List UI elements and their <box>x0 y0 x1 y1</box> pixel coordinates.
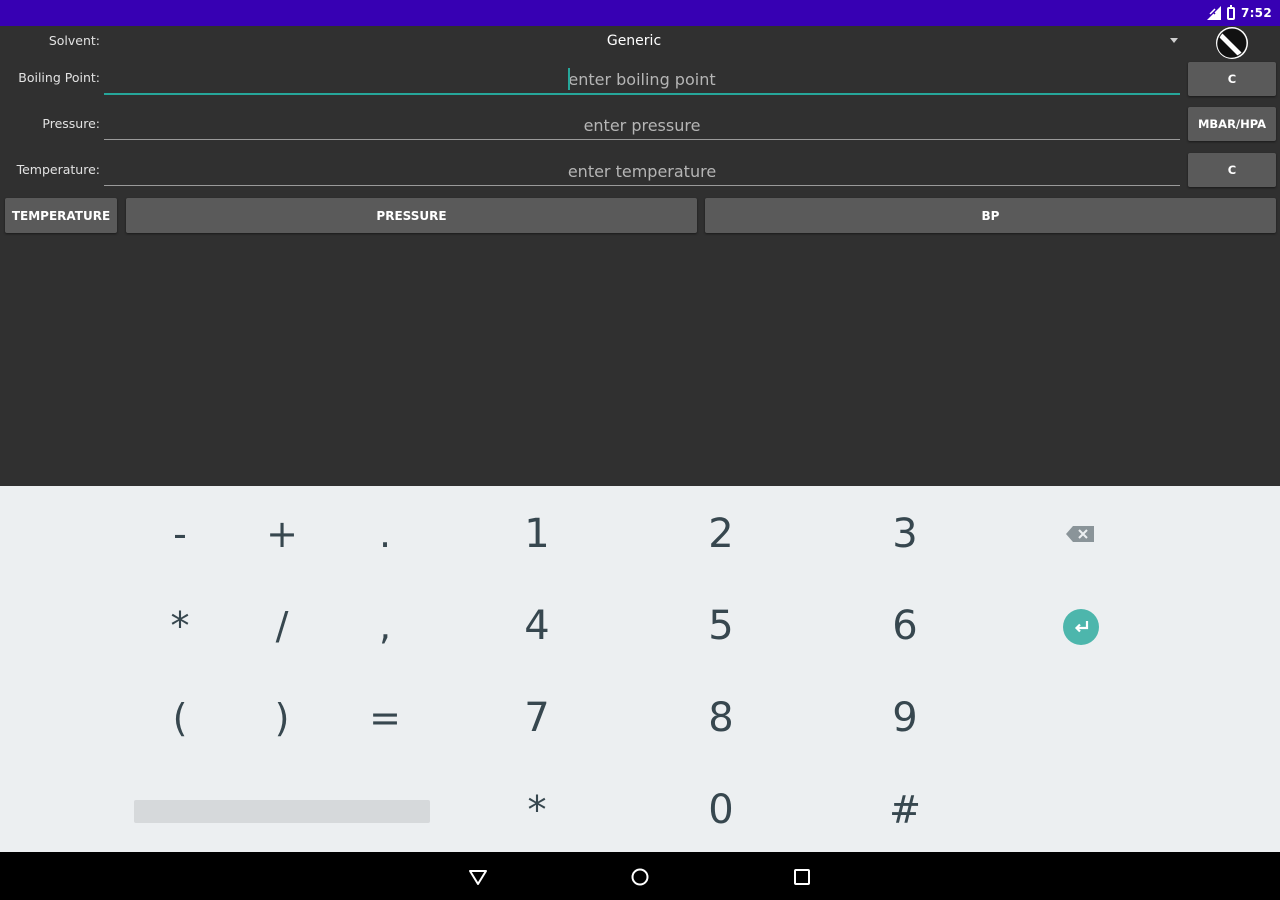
key-equals[interactable]: = <box>325 678 445 758</box>
key-plus[interactable]: + <box>222 494 342 574</box>
key-period[interactable]: . <box>325 494 445 574</box>
pressure-unit-button[interactable]: MBAR/HPA <box>1188 107 1276 141</box>
key-8[interactable]: 8 <box>661 678 781 758</box>
key-comma[interactable]: , <box>325 586 445 666</box>
calculate-pressure-button[interactable]: PRESSURE <box>126 198 697 233</box>
calculate-bp-button[interactable]: BP <box>705 198 1276 233</box>
temperature-underline <box>104 185 1180 186</box>
signal-icon <box>1206 6 1221 20</box>
temperature-input[interactable] <box>104 150 1180 188</box>
boiling-point-underline <box>104 93 1180 95</box>
pressure-field[interactable] <box>104 104 1180 142</box>
space-key[interactable] <box>134 800 430 823</box>
solvent-label: Solvent: <box>48 33 100 48</box>
key-5[interactable]: 5 <box>661 586 781 666</box>
nav-recents-icon[interactable] <box>791 866 813 888</box>
nav-home-icon[interactable] <box>629 866 651 888</box>
key-2[interactable]: 2 <box>661 494 781 574</box>
pressure-input[interactable] <box>104 104 1180 142</box>
key-9[interactable]: 9 <box>845 678 965 758</box>
key-6[interactable]: 6 <box>845 586 965 666</box>
navigation-bar <box>0 852 1280 900</box>
key-4[interactable]: 4 <box>477 586 597 666</box>
status-icons: 7:52 <box>1206 4 1272 22</box>
numeric-keyboard: - + . 1 2 3 * / , 4 5 6 ( ) = 7 8 9 * 0 … <box>0 486 1280 852</box>
temperature-unit-button[interactable]: C <box>1188 153 1276 187</box>
solvent-value: Generic <box>606 33 662 49</box>
temperature-field[interactable] <box>104 150 1180 188</box>
battery-icon <box>1226 4 1235 20</box>
boiling-point-input[interactable] <box>104 58 1180 96</box>
key-1[interactable]: 1 <box>477 494 597 574</box>
boiling-point-unit-button[interactable]: C <box>1188 62 1276 96</box>
calculate-temperature-button[interactable]: TEMPERATURE <box>5 198 117 233</box>
theme-toggle-button[interactable] <box>1216 27 1248 59</box>
solvent-spinner[interactable]: Generic <box>104 26 1184 58</box>
boiling-point-label: Boiling Point: <box>18 70 100 85</box>
enter-icon <box>1074 621 1089 633</box>
key-3[interactable]: 3 <box>845 494 965 574</box>
pressure-underline <box>104 139 1180 140</box>
contrast-icon <box>1217 28 1247 58</box>
key-hash[interactable]: # <box>845 770 965 850</box>
key-7[interactable]: 7 <box>477 678 597 758</box>
enter-button[interactable] <box>1063 609 1099 645</box>
boiling-point-field[interactable] <box>104 58 1180 96</box>
clock: 7:52 <box>1240 6 1272 20</box>
pressure-label: Pressure: <box>42 116 100 131</box>
status-bar: 7:52 <box>0 0 1280 26</box>
app-content: Solvent: Generic Boiling Point: C Pressu… <box>0 26 1280 486</box>
temperature-label: Temperature: <box>16 162 100 177</box>
key-slash[interactable]: / <box>222 586 342 666</box>
key-close-paren[interactable]: ) <box>222 678 342 758</box>
text-cursor <box>568 68 570 90</box>
key-0[interactable]: 0 <box>661 770 781 850</box>
key-star[interactable]: * <box>477 770 597 850</box>
backspace-icon[interactable] <box>1064 522 1098 546</box>
nav-back-icon[interactable] <box>467 866 489 888</box>
chevron-down-icon <box>1170 38 1178 43</box>
